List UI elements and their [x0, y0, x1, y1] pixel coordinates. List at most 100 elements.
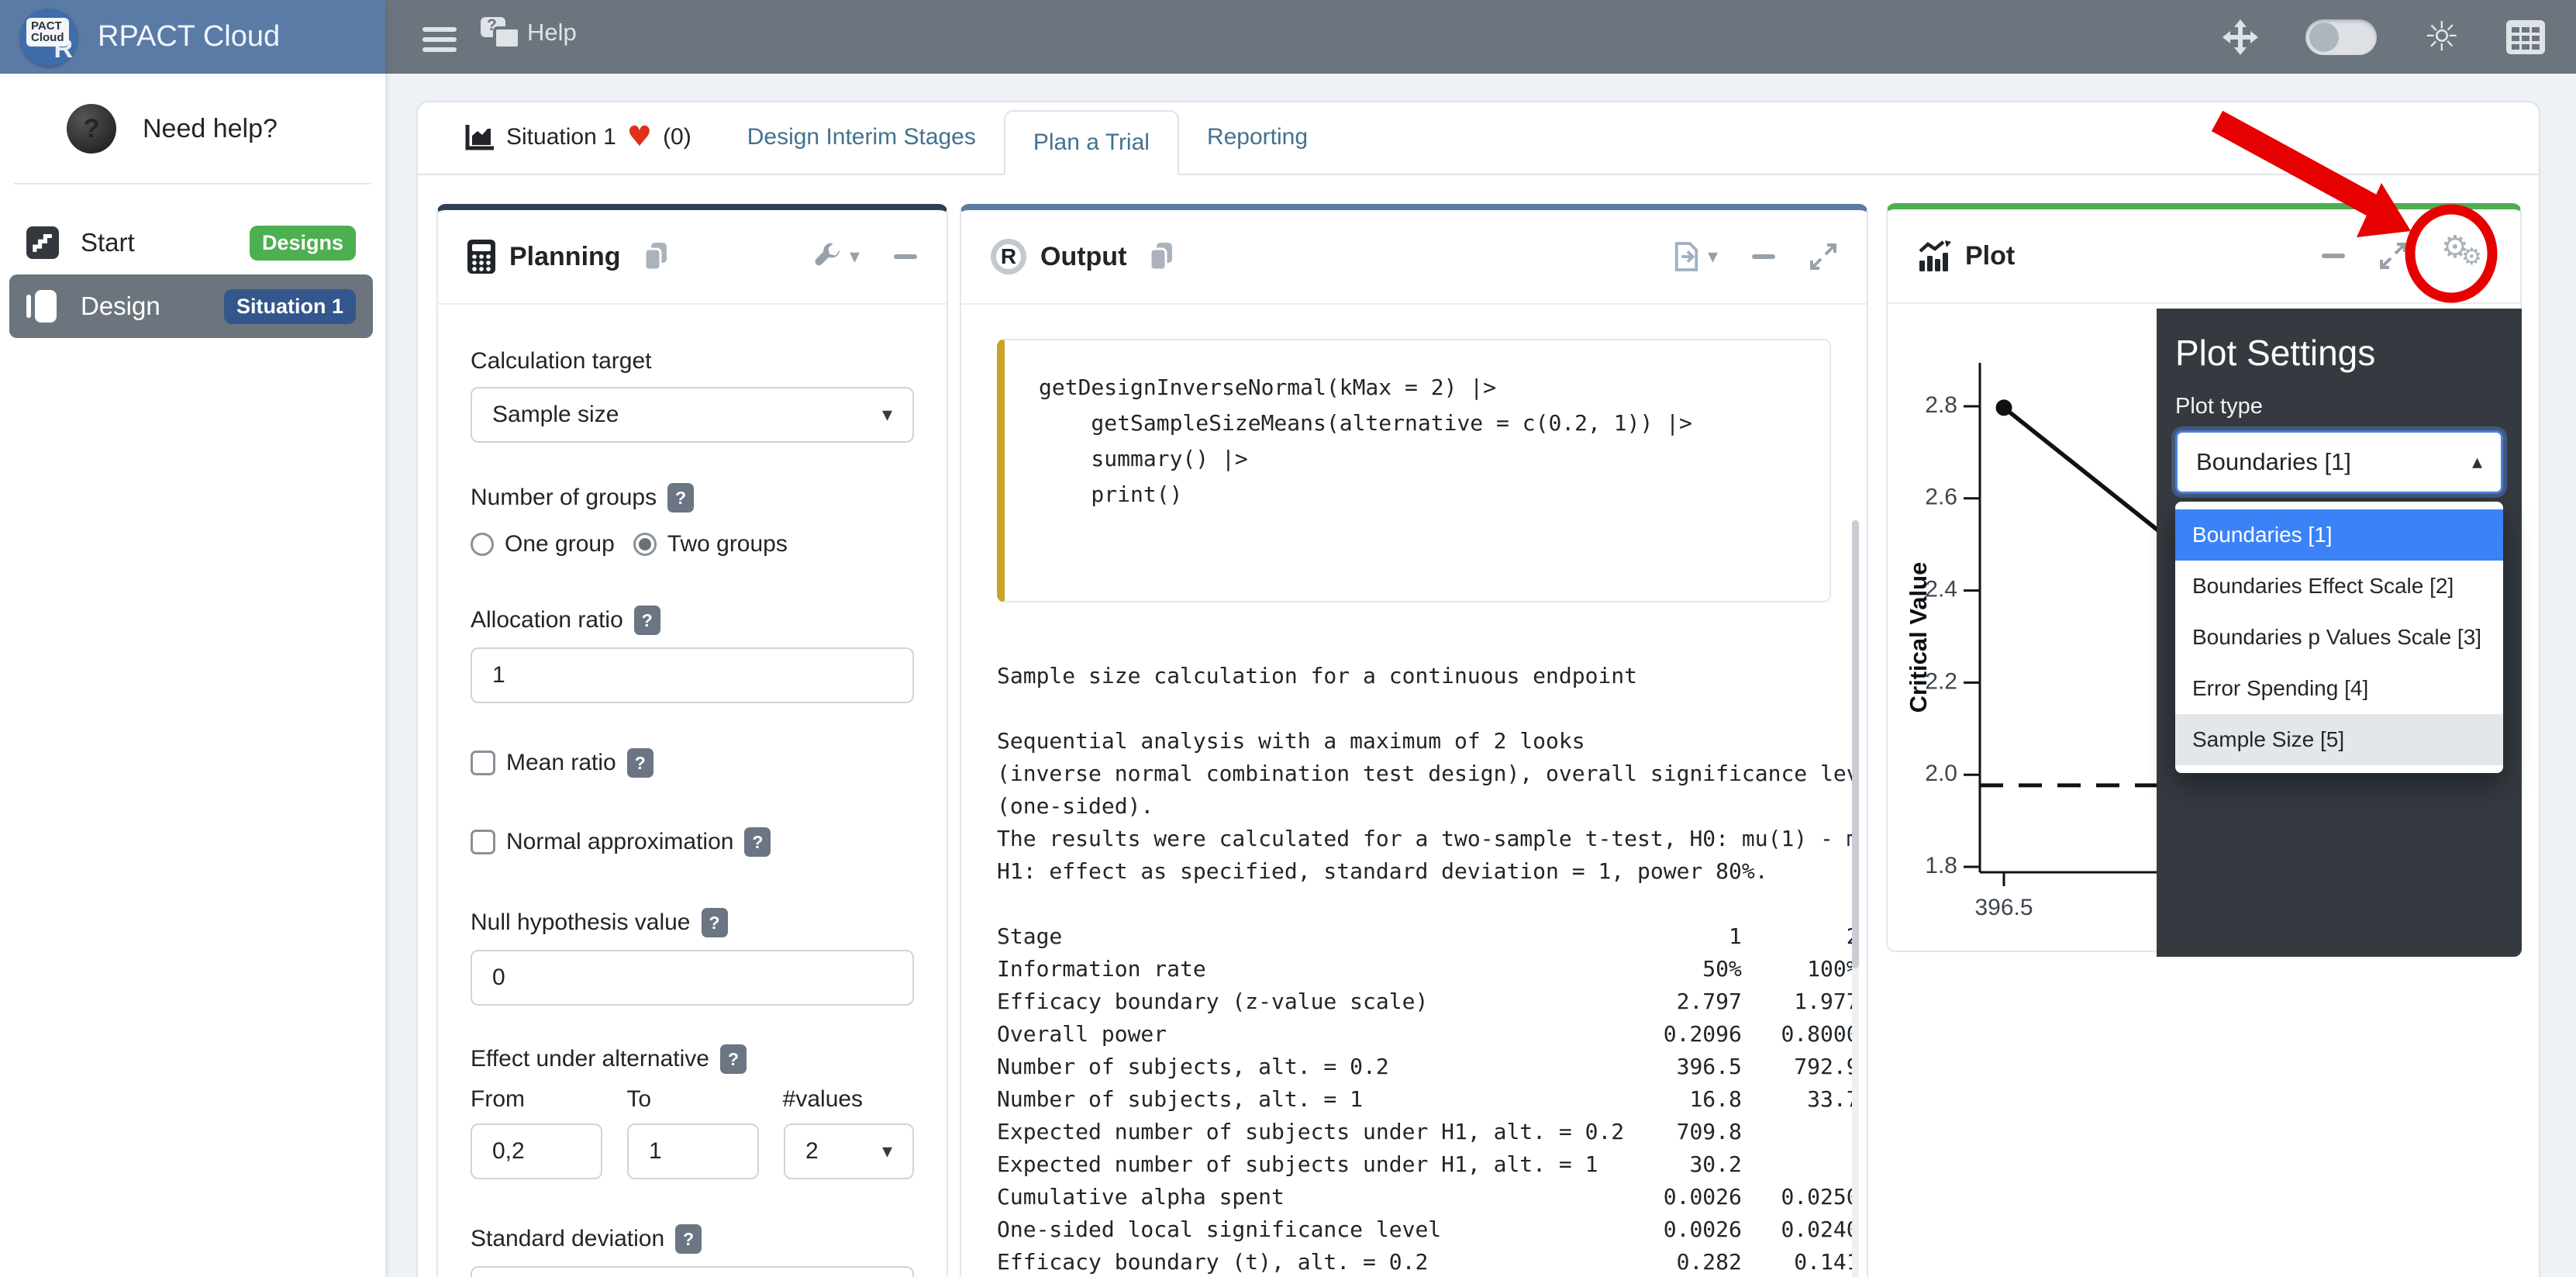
plot-type-select[interactable]: Boundaries [1] ▴ — [2175, 430, 2503, 494]
help-button[interactable]: ? Help — [481, 17, 577, 48]
plot-settings-title: Plot Settings — [2175, 332, 2503, 374]
situation-chart-icon — [464, 123, 495, 151]
plot-type-option[interactable]: Boundaries [1] — [2175, 509, 2503, 561]
plot-header: Plot ⚙ ⚙ — [1888, 209, 2520, 304]
collapse-minus-icon[interactable] — [2322, 254, 2345, 258]
standard-deviation-input[interactable] — [471, 1266, 914, 1277]
expand-icon[interactable] — [2379, 242, 2407, 270]
output-scrollbar — [1852, 520, 1859, 1277]
tools-menu-button[interactable]: ▾ — [812, 242, 860, 271]
r-code: getDesignInverseNormal(kMax = 2) |> getS… — [1039, 370, 1795, 513]
fullscreen-arrows-icon[interactable] — [2222, 19, 2259, 56]
design-columns-icon — [26, 290, 59, 323]
help-badge-icon[interactable]: ? — [627, 748, 653, 778]
two-groups-radio[interactable] — [633, 533, 657, 556]
plot-type-dropdown: Boundaries [1]Boundaries Effect Scale [2… — [2175, 502, 2503, 773]
wrench-icon — [812, 242, 842, 271]
plot-settings-gears-icon[interactable]: ⚙ ⚙ — [2441, 234, 2491, 278]
allocation-ratio-input[interactable] — [471, 647, 914, 703]
theme-toggle[interactable] — [2305, 19, 2377, 55]
scrollbar-thumb[interactable] — [1852, 520, 1859, 968]
plot-settings-overlay: Plot Settings Plot type Boundaries [1] ▴… — [2157, 309, 2522, 957]
sidebar-item-start[interactable]: Start Designs — [9, 211, 373, 274]
calculation-target-select[interactable]: Sample size▾ — [471, 387, 914, 443]
help-badge-icon[interactable]: ? — [634, 606, 660, 635]
plot-title: Plot — [1965, 241, 2015, 271]
expand-icon[interactable] — [1809, 243, 1837, 271]
export-menu-button[interactable]: ▾ — [1674, 241, 1718, 272]
output-header: R Output ▾ — [961, 210, 1867, 305]
rpact-logo[interactable]: R PACTCloud — [20, 9, 78, 66]
tab-reporting[interactable]: Reporting — [1179, 101, 1336, 174]
tab-plan-a-trial[interactable]: Plan a Trial — [1004, 110, 1179, 175]
collapse-minus-icon[interactable] — [894, 254, 917, 259]
start-steps-icon — [26, 226, 59, 259]
number-of-groups-label: Number of groups? — [471, 483, 914, 513]
output-text-block: Sample size calculation for a continuous… — [997, 660, 1859, 1277]
tab-bar: Situation 1 ♥ (0) Design Interim Stages … — [418, 101, 2539, 175]
calculation-target-label: Calculation target — [471, 348, 914, 374]
number-of-groups-radios: One group Two groups — [471, 531, 914, 557]
help-chat-icon: ? — [481, 17, 516, 48]
tab-situation-1[interactable]: Situation 1 ♥ (0) — [436, 101, 719, 174]
planning-panel: Planning ▾ Calculation target Sample siz… — [436, 204, 948, 1277]
sidebar-item-design[interactable]: Design Situation 1 — [9, 274, 373, 338]
help-badge-icon[interactable]: ? — [744, 827, 771, 857]
effect-to-input[interactable] — [627, 1123, 759, 1179]
planning-title: Planning — [509, 242, 621, 272]
copy-icon[interactable] — [1148, 241, 1174, 272]
svg-text:2.8: 2.8 — [1925, 392, 1957, 418]
effect-under-alternative-label: Effect under alternative? — [471, 1044, 914, 1074]
favorites-count: (0) — [663, 124, 691, 150]
plot-panel: Plot ⚙ ⚙ 2.82.62.42.22.01.8396.5Critical… — [1886, 203, 2522, 952]
help-badge-icon[interactable]: ? — [667, 483, 694, 513]
svg-text:2.0: 2.0 — [1925, 761, 1957, 786]
favorites-heart-icon: ♥ — [627, 123, 652, 151]
to-label: To — [626, 1086, 757, 1113]
designs-badge: Designs — [250, 226, 356, 261]
plot-type-label: Plot type — [2175, 394, 2503, 419]
normal-approximation-checkbox[interactable] — [471, 830, 495, 854]
mean-ratio-checkbox[interactable] — [471, 751, 495, 775]
svg-text:Critical Value: Critical Value — [1905, 562, 1932, 713]
grid-layout-icon[interactable] — [2506, 20, 2545, 54]
situation-badge: Situation 1 — [224, 289, 356, 324]
tab-design-interim-stages[interactable]: Design Interim Stages — [719, 101, 1004, 174]
mean-ratio-row: Mean ratio ? — [471, 748, 914, 778]
collapse-minus-icon[interactable] — [1752, 254, 1775, 259]
svg-text:1.8: 1.8 — [1925, 853, 1957, 878]
help-badge-icon[interactable]: ? — [702, 908, 728, 937]
svg-text:2.6: 2.6 — [1925, 485, 1957, 510]
light-mode-sun-icon[interactable]: ☼ — [2423, 17, 2460, 57]
copy-icon[interactable] — [643, 241, 669, 272]
output-title: Output — [1040, 242, 1126, 272]
calculator-icon — [467, 240, 495, 274]
plot-type-option[interactable]: Error Spending [4] — [2175, 663, 2503, 714]
output-panel: R Output ▾ — [960, 204, 1868, 1277]
standard-deviation-label: Standard deviation? — [471, 1224, 914, 1254]
caret-up-icon: ▴ — [2472, 450, 2482, 474]
null-hypothesis-input[interactable] — [471, 950, 914, 1006]
export-file-icon — [1674, 241, 1700, 272]
svg-text:396.5: 396.5 — [1974, 895, 2033, 920]
hamburger-menu-icon[interactable] — [422, 22, 457, 51]
plot-type-option[interactable]: Sample Size [5] — [2175, 714, 2503, 765]
plot-type-option[interactable]: Boundaries p Values Scale [3] — [2175, 612, 2503, 663]
from-label: From — [471, 1086, 602, 1113]
caret-down-icon: ▾ — [1708, 245, 1718, 268]
sidebar-header: R PACTCloud RPACT Cloud — [0, 0, 385, 74]
effect-from-input[interactable] — [471, 1123, 602, 1179]
values-count-select[interactable]: 2▾ — [784, 1123, 914, 1179]
r-logo-icon: R — [991, 239, 1026, 274]
r-code-block: getDesignInverseNormal(kMax = 2) |> getS… — [997, 339, 1831, 602]
help-label: Help — [527, 19, 577, 47]
values-label: #values — [783, 1086, 914, 1113]
plot-type-option[interactable]: Boundaries Effect Scale [2] — [2175, 561, 2503, 612]
output-text: Sample size calculation for a continuous… — [997, 660, 1859, 1277]
null-hypothesis-label: Null hypothesis value? — [471, 908, 914, 937]
sidebar-item-need-help[interactable]: ? Need help? — [0, 93, 385, 164]
help-badge-icon[interactable]: ? — [675, 1224, 702, 1254]
one-group-radio[interactable] — [471, 533, 494, 556]
top-bar: ? Help ☼ — [0, 0, 2576, 74]
help-badge-icon[interactable]: ? — [720, 1044, 747, 1074]
